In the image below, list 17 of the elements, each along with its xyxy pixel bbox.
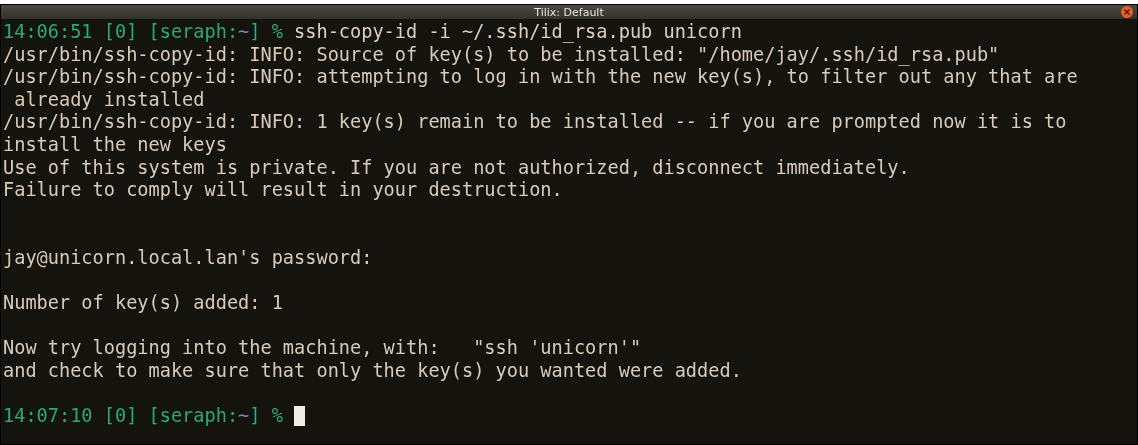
output-line: Now try logging into the machine, with: "ssh 'unicorn'" <box>3 337 642 360</box>
output-line: Failure to comply will result in your destruction. <box>3 179 563 202</box>
shell-prompt: 14:07:10 [0] [seraph:~] % <box>3 405 283 428</box>
output-line: Number of key(s) added: 1 <box>3 292 283 315</box>
close-icon <box>1124 9 1130 15</box>
output-line: Use of this system is private. If you are not authorized, disconnect immediately. <box>3 156 910 180</box>
output-line: install the new keys <box>3 133 227 157</box>
close-button[interactable] <box>1121 6 1133 18</box>
output-line: already installed <box>13 88 205 112</box>
output-line: /usr/bin/ssh-copy-id: INFO: attempting to log in with the new key(s), to filter out any that are <box>3 66 1078 89</box>
output-line: jay@unicorn.local.lan's password: <box>3 246 373 270</box>
command-text: ssh-copy-id -i ~/.ssh/id_rsa.pub unicorn <box>294 21 742 44</box>
output-line: /usr/bin/ssh-copy-id: INFO: 1 key(s) remain to be installed -- if you are prompted now it is to <box>3 111 1067 134</box>
output-line: /usr/bin/ssh-copy-id: INFO: Source of key(s) to be installed: "/home/jay/.ssh/id_rsa.pub" <box>3 43 1000 67</box>
shell-prompt: 14:06:51 [0] [seraph:~] % <box>3 21 283 44</box>
output-line: and check to make sure that only the key(s) you wanted were added. <box>3 359 742 383</box>
window-title: Tilix: Default <box>534 5 604 19</box>
